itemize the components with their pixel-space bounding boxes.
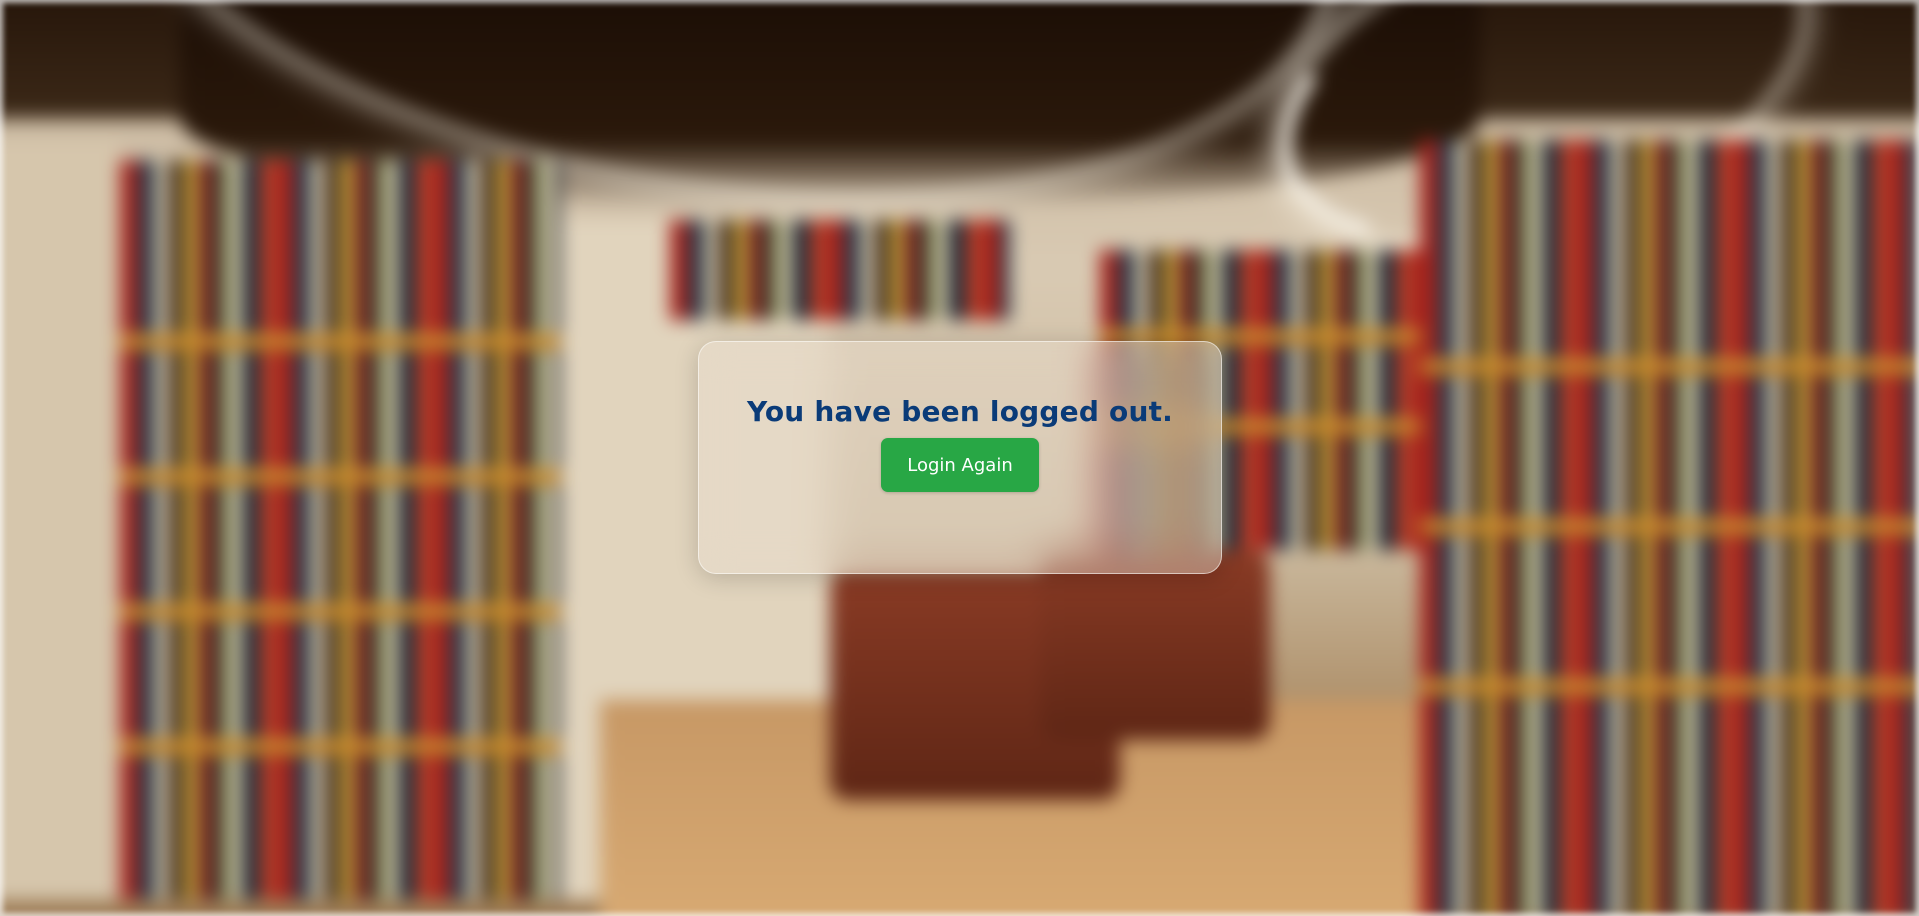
background-shelf-board xyxy=(1420,520,1919,534)
logout-card: You have been logged out. Login Again xyxy=(698,341,1222,574)
background-shelf-board xyxy=(120,740,560,754)
background-wall-left xyxy=(0,140,120,900)
logout-message: You have been logged out. xyxy=(746,395,1174,428)
background-shelf-board xyxy=(1420,360,1919,374)
background-shelf-board xyxy=(120,605,560,619)
background-shelf-board xyxy=(120,470,560,484)
background-shelf-left xyxy=(120,160,560,900)
background-shelf-center xyxy=(670,220,1010,320)
logout-page: You have been logged out. Login Again xyxy=(0,0,1919,916)
background-shelf-board xyxy=(120,335,560,349)
login-again-button[interactable]: Login Again xyxy=(881,438,1039,492)
background-armchair xyxy=(1040,550,1270,740)
background-shelf-board xyxy=(1420,680,1919,694)
